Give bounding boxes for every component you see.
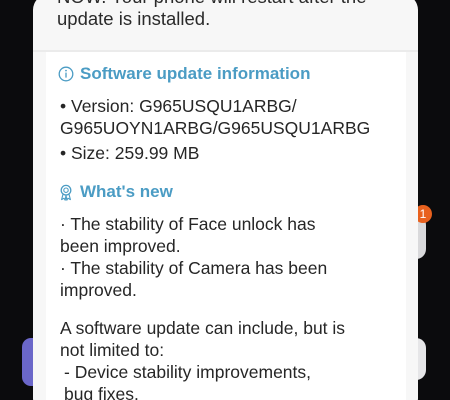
software-info-heading: Software update information [58,64,310,84]
software-info-title: Software update information [80,64,311,83]
whats-new-title: What's new [80,182,173,201]
ribbon-badge-icon [60,184,72,201]
restart-note-line1: NOW. Your phone will restart after the [57,0,397,8]
whats-new-item2-line2: improved. [60,280,137,300]
restart-note: NOW. Your phone will restart after the u… [57,0,397,30]
version-info: • Version: G965USQU1ARBG/ G965UOYN1ARBG/… [60,95,390,139]
info-icon [58,66,74,82]
version-line1: • Version: G965USQU1ARBG/ [60,96,297,116]
phone-screen: 1 NOW. Your phone will restart after the… [0,0,450,400]
update-scope-note: A software update can include, but is no… [60,317,390,400]
update-details-card[interactable]: Software update information • Version: G… [46,52,406,400]
scope-note-line2: not limited to: [60,340,165,360]
whats-new-item1-line1: · The stability of Face unlock has [60,214,316,234]
version-line2: G965UOYN1ARBG/G965USQU1ARBG [60,118,371,138]
scope-note-line3: - Device stability improvements, [64,362,312,382]
scope-note-line4: bug fixes. [64,384,139,400]
whats-new-item2-line1: · The stability of Camera has been [60,258,328,278]
whats-new-heading: What's new [58,182,173,202]
whats-new-item1-line2: been improved. [60,236,181,256]
size-info: • Size: 259.99 MB [60,142,390,164]
update-dialog[interactable]: NOW. Your phone will restart after the u… [33,0,418,400]
restart-note-line2: update is installed. [57,8,211,29]
scope-note-line1: A software update can include, but is [60,318,346,338]
whats-new-list: · The stability of Face unlock has been … [60,213,390,301]
size-line: • Size: 259.99 MB [60,143,200,163]
